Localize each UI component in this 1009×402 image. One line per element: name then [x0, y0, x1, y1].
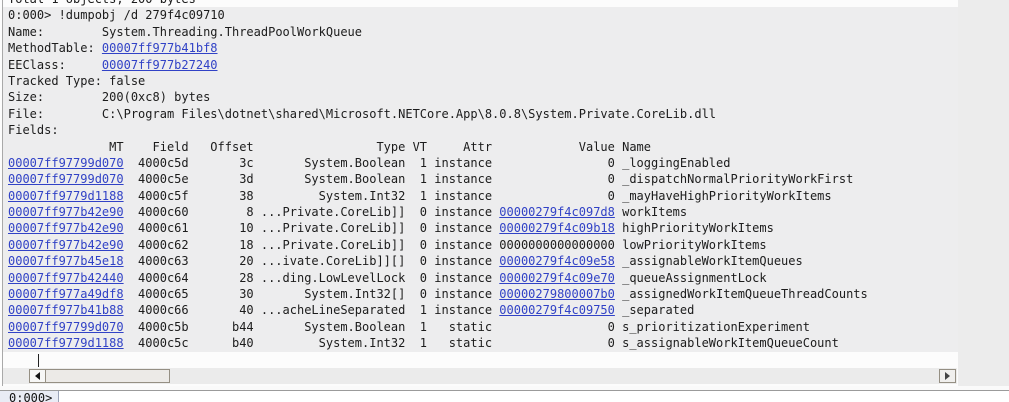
object-info-line: MethodTable: 00007ff977b41bf8	[3, 40, 958, 56]
blank-output-line	[3, 352, 958, 368]
fields-table-rows: 00007ff97799d070 4000c5d 3c System.Boole…	[3, 155, 958, 352]
methodtable-address-link[interactable]: 00007ff977b42440	[8, 271, 124, 285]
field-row: 00007ff977b42e90 4000c62 18 ...Private.C…	[3, 237, 958, 253]
field-row: 00007ff97799d070 4000c5d 3c System.Boole…	[3, 155, 958, 171]
command-output-block: 0:000> !dumpobj /d 279f4c09710 Name: Sys…	[3, 7, 958, 351]
field-row: 00007ff9779d1188 4000c5c b40 System.Int3…	[3, 335, 958, 351]
debugger-output-pane[interactable]: Total 1 objects, 200 bytes 0:000> !dumpo…	[3, 0, 958, 386]
methodtable-address-link[interactable]: 00007ff977b41b88	[8, 303, 124, 317]
field-row: 00007ff977b42e90 4000c60 8 ...Private.Co…	[3, 204, 958, 220]
object-info-line: EEClass: 00007ff977b27240	[3, 57, 958, 73]
scroll-right-button[interactable]	[939, 369, 956, 383]
field-row: 00007ff977b42440 4000c64 28 ...ding.LowL…	[3, 270, 958, 286]
command-input[interactable]	[59, 391, 1009, 402]
methodtable-address-link[interactable]: 00007ff9779d1188	[8, 189, 124, 203]
output-line-total: Total 1 objects, 200 bytes	[3, 0, 958, 7]
field-row: 00007ff977b42e90 4000c61 10 ...Private.C…	[3, 220, 958, 236]
methodtable-address-link[interactable]: 00007ff9779d1188	[8, 336, 124, 350]
scrollbar-thumb[interactable]	[45, 369, 170, 383]
methodtable-address-link[interactable]: 00007ff977b42e90	[8, 205, 124, 219]
methodtable-address-link[interactable]: 00007ff977a49df8	[8, 287, 124, 301]
methodtable-address-link[interactable]: 00007ff97799d070	[8, 172, 124, 186]
scroll-left-button[interactable]	[29, 369, 46, 383]
methodtable-address-link[interactable]: 00007ff977b45e18	[8, 254, 124, 268]
value-address-link[interactable]: 00000279f4c09b18	[499, 221, 615, 235]
command-echo-line: 0:000> !dumpobj /d 279f4c09710	[3, 7, 958, 23]
field-row: 00007ff977b45e18 4000c63 20 ...ivate.Cor…	[3, 253, 958, 269]
object-info-line: File: C:\Program Files\dotnet\shared\Mic…	[3, 106, 958, 122]
command-bar: 0:000>	[0, 390, 1009, 402]
text-caret	[38, 354, 39, 367]
object-info-line: Tracked Type: false	[3, 73, 958, 89]
output-text: Total 1 objects, 200 bytes 0:000> !dumpo…	[3, 0, 958, 368]
field-row: 00007ff9779d1188 4000c5f 38 System.Int32…	[3, 188, 958, 204]
methodtable-address-link[interactable]: 00007ff977b42e90	[8, 221, 124, 235]
address-link[interactable]: 00007ff977b41bf8	[102, 41, 218, 55]
scroll-left-icon	[35, 372, 40, 380]
methodtable-address-link[interactable]: 00007ff97799d070	[8, 320, 124, 334]
address-link[interactable]: 00007ff977b27240	[102, 58, 218, 72]
value-address-link[interactable]: 00000279f4c09e70	[499, 271, 615, 285]
command-prompt-label: 0:000>	[0, 391, 59, 402]
object-info-section: Name: System.Threading.ThreadPoolWorkQue…	[3, 24, 958, 139]
field-row: 00007ff977b41b88 4000c66 40 ...acheLineS…	[3, 302, 958, 318]
value-address-link[interactable]: 00000279f4c09750	[499, 303, 615, 317]
methodtable-address-link[interactable]: 00007ff977b42e90	[8, 238, 124, 252]
value-address-link[interactable]: 00000279f4c09e58	[499, 254, 615, 268]
methodtable-address-link[interactable]: 00007ff97799d070	[8, 156, 124, 170]
value-address-link[interactable]: 00000279f4c097d8	[499, 205, 615, 219]
field-row: 00007ff97799d070 4000c5b b44 System.Bool…	[3, 319, 958, 335]
object-info-line: Fields:	[3, 122, 958, 138]
horizontal-scrollbar[interactable]	[3, 368, 957, 384]
value-address-link[interactable]: 00000279800007b0	[499, 287, 615, 301]
object-info-line: Name: System.Threading.ThreadPoolWorkQue…	[3, 24, 958, 40]
object-info-line: Size: 200(0xc8) bytes	[3, 89, 958, 105]
fields-table-header: MT Field Offset Type VT Attr Value Name	[3, 139, 958, 155]
field-row: 00007ff97799d070 4000c5e 3d System.Boole…	[3, 171, 958, 187]
scroll-right-icon	[945, 372, 950, 380]
field-row: 00007ff977a49df8 4000c65 30 System.Int32…	[3, 286, 958, 302]
